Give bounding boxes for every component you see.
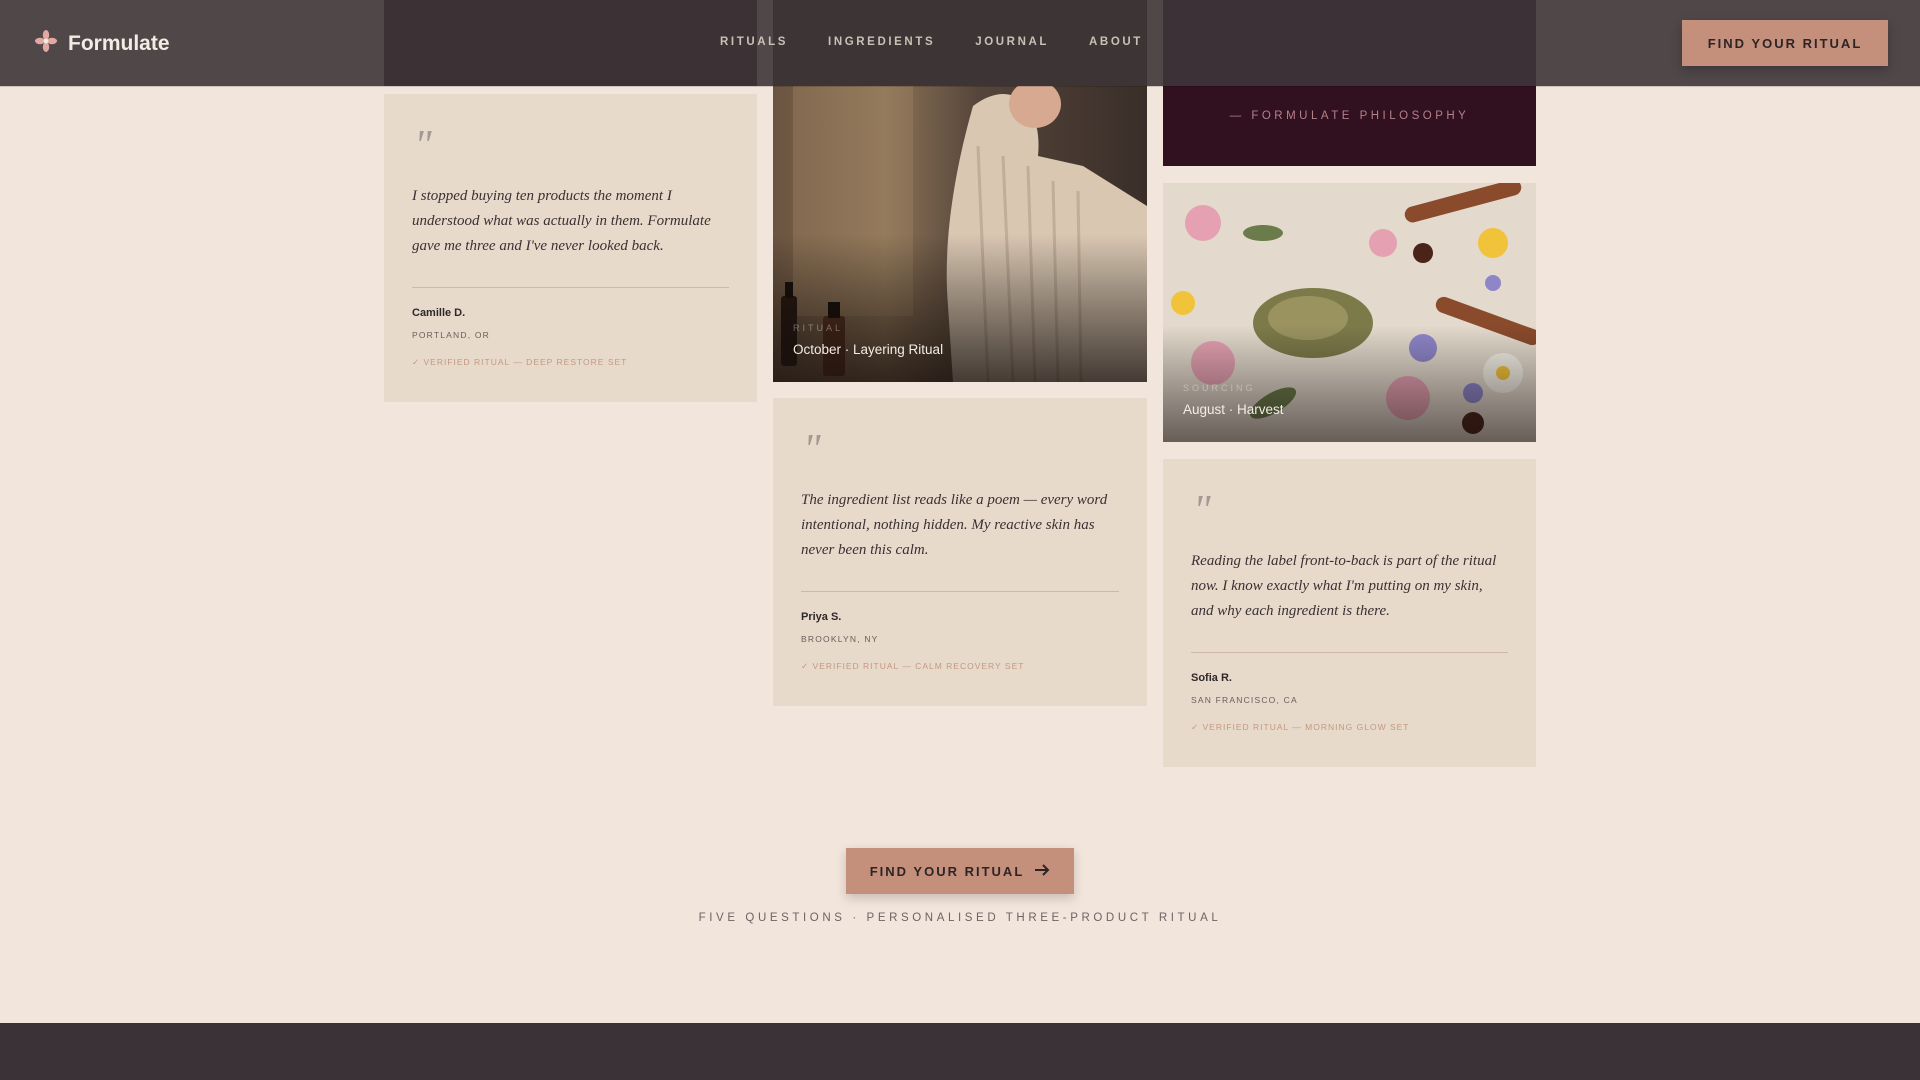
quote-mark-icon: " <box>803 427 821 473</box>
nav-links: RITUALS INGREDIENTS JOURNAL ABOUT <box>720 36 1183 48</box>
arrow-right-icon <box>1034 863 1050 880</box>
testimonial-quote: The ingredient list reads like a poem — … <box>801 492 1108 558</box>
testimonial-quote: I stopped buying ten products the moment… <box>412 188 711 254</box>
image-category-label: SOURCING <box>1183 383 1256 393</box>
verified-badge: ✓ VERIFIED RITUAL — CALM RECOVERY SET <box>801 661 1025 671</box>
brand-name: Formulate <box>68 31 170 55</box>
nav-link-journal[interactable]: JOURNAL <box>975 36 1049 48</box>
flower-icon <box>34 29 58 58</box>
testimonial-card: " The ingredient list reads like a poem … <box>773 398 1147 706</box>
image-category-label: RITUAL <box>793 323 844 333</box>
verified-badge: ✓ VERIFIED RITUAL — DEEP RESTORE SET <box>412 357 628 367</box>
nav-find-ritual-button[interactable]: FIND YOUR RITUAL <box>1682 20 1888 66</box>
divider <box>412 287 729 288</box>
testimonial-location: PORTLAND, OR <box>412 330 491 340</box>
nav-link-about[interactable]: ABOUT <box>1089 36 1143 48</box>
image-card-harvest[interactable]: SOURCING August · Harvest <box>1163 183 1536 442</box>
quote-mark-icon: " <box>1193 488 1211 534</box>
image-caption: October · Layering Ritual <box>793 342 944 357</box>
nav-link-ingredients[interactable]: INGREDIENTS <box>828 36 935 48</box>
testimonial-name: Priya S. <box>801 611 842 623</box>
image-caption: August · Harvest <box>1183 402 1284 417</box>
ritual-photo <box>773 86 1147 382</box>
testimonial-name: Sofia R. <box>1191 672 1232 684</box>
find-ritual-button[interactable]: FIND YOUR RITUAL <box>846 848 1074 894</box>
find-ritual-label: FIND YOUR RITUAL <box>869 863 1025 879</box>
footer <box>0 1023 1920 1080</box>
testimonial-card: " Reading the label front-to-back is par… <box>1163 459 1536 767</box>
top-navigation: Formulate RITUALS INGREDIENTS JOURNAL AB… <box>0 0 1920 86</box>
image-card-layering-ritual[interactable]: RITUAL October · Layering Ritual <box>773 86 1147 382</box>
divider <box>1191 652 1508 653</box>
testimonial-location: SAN FRANCISCO, CA <box>1191 695 1298 705</box>
testimonial-name: Camille D. <box>412 307 466 319</box>
testimonial-card: " I stopped buying ten products the mome… <box>384 94 757 402</box>
cta-subtitle: FIVE QUESTIONS · PERSONALISED THREE-PROD… <box>698 912 1222 924</box>
testimonial-quote: Reading the label front-to-back is part … <box>1191 553 1497 619</box>
philosophy-caption: — FORMULATE PHILOSOPHY <box>1229 110 1470 122</box>
divider <box>801 591 1119 592</box>
brand-logo[interactable]: Formulate <box>34 29 170 58</box>
verified-badge: ✓ VERIFIED RITUAL — MORNING GLOW SET <box>1191 722 1410 732</box>
nav-link-rituals[interactable]: RITUALS <box>720 36 788 48</box>
quote-mark-icon: " <box>414 123 432 169</box>
testimonial-location: BROOKLYN, NY <box>801 634 879 644</box>
